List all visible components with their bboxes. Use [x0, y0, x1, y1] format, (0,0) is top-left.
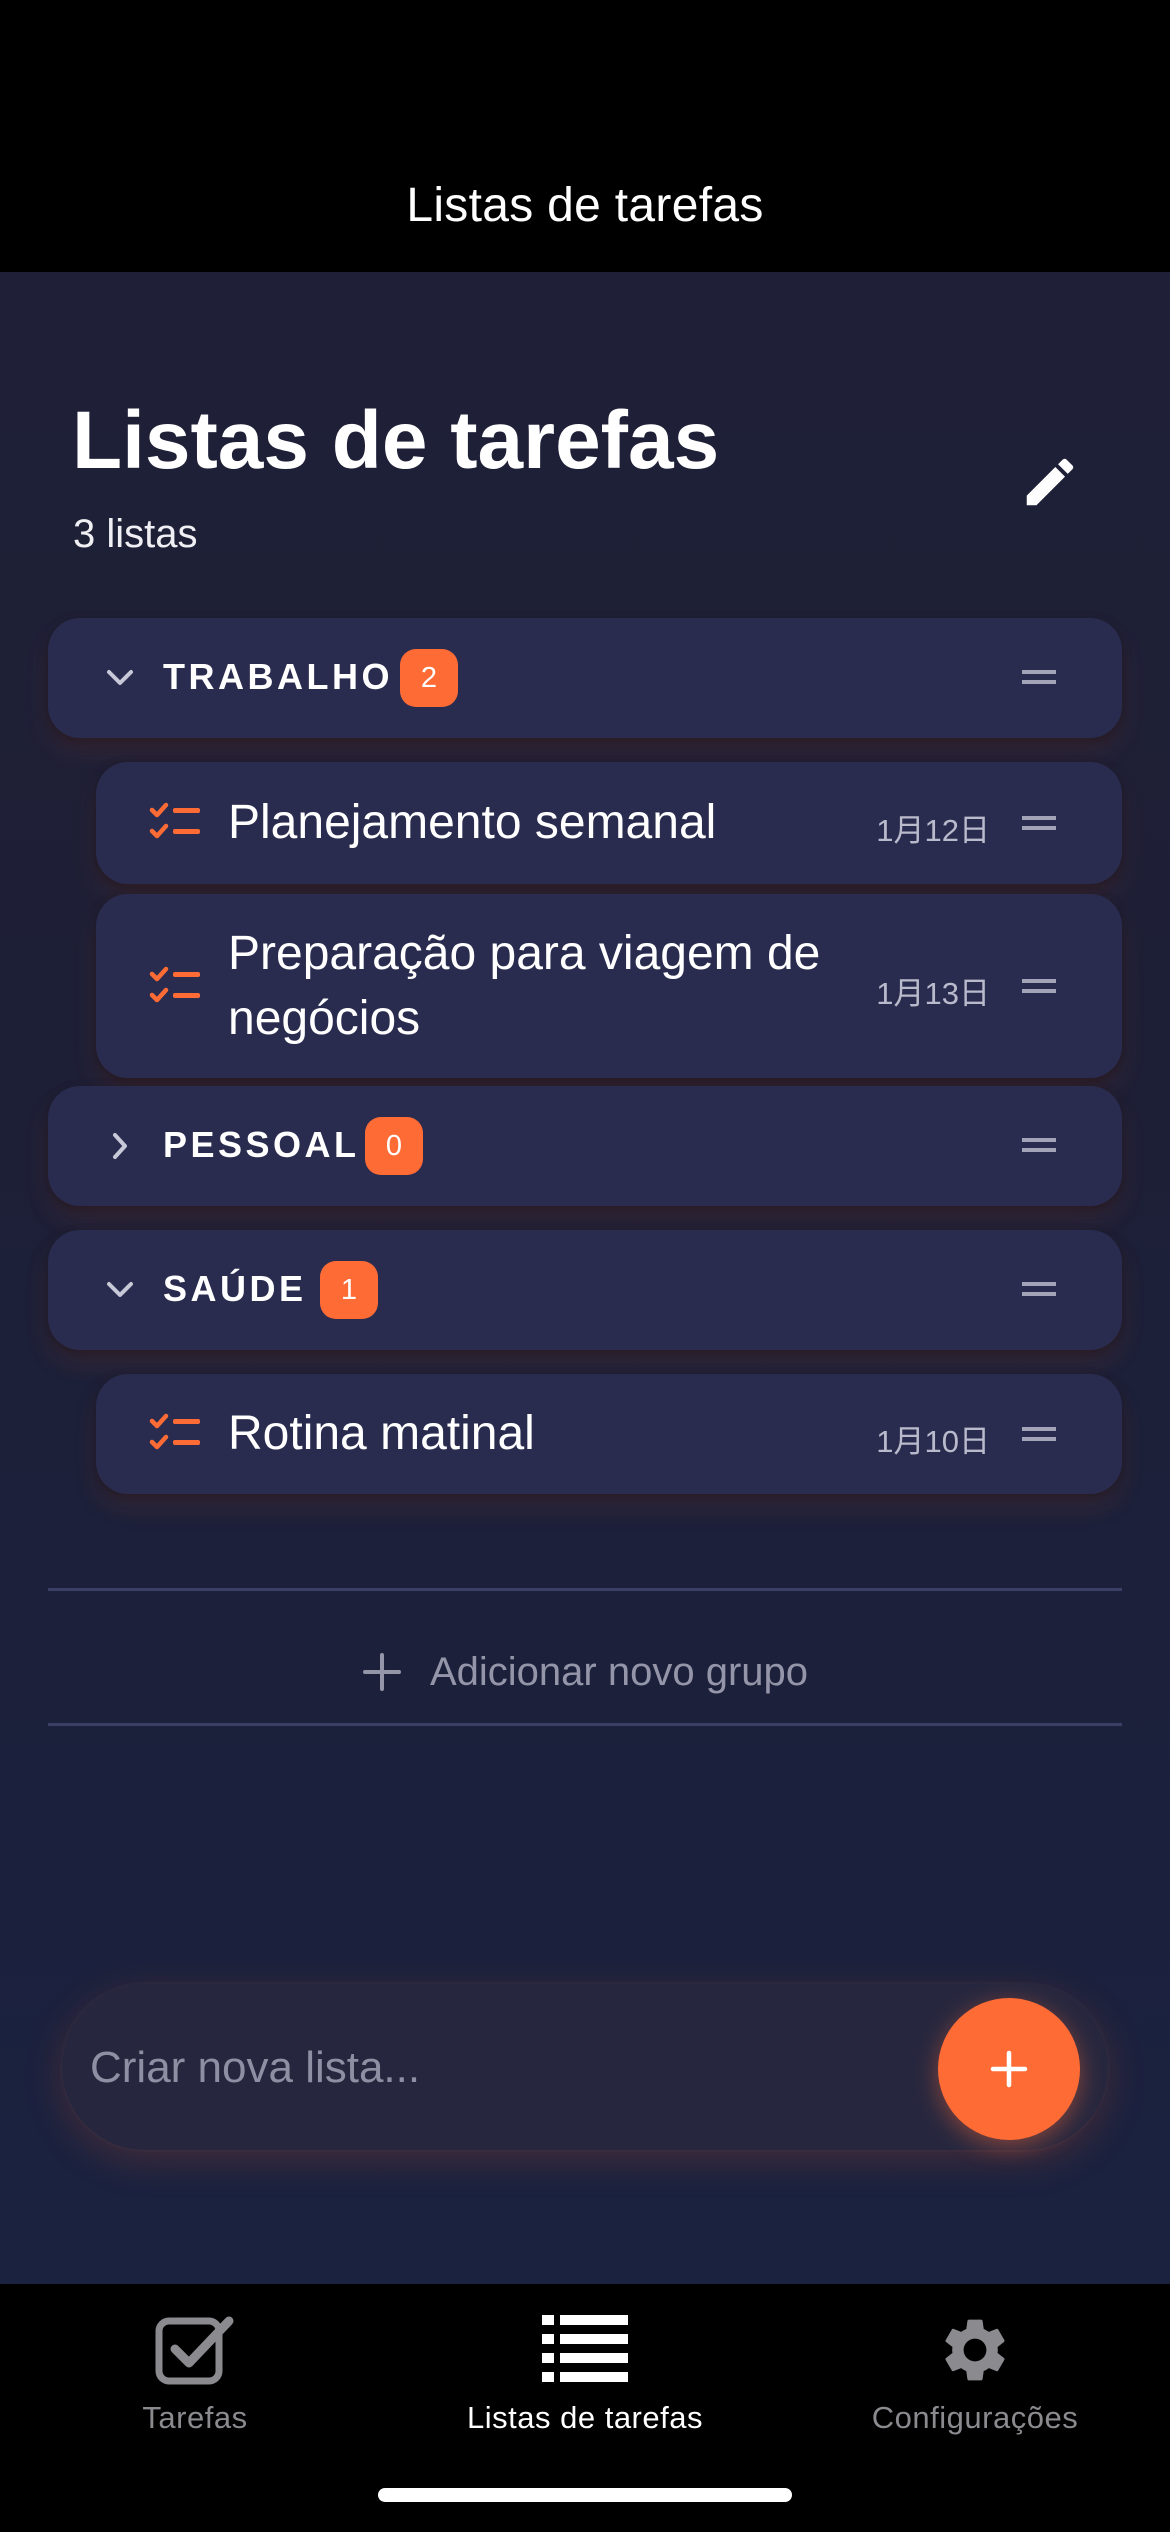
list-date: 1月10日 — [876, 1424, 990, 1459]
list-date: 1月12日 — [876, 813, 990, 848]
checkbox-icon — [155, 2316, 234, 2385]
group-count-badge: 2 — [400, 649, 458, 707]
main-content: Listas de tarefas 3 listas TRABALHO 2 Pl… — [0, 272, 1170, 2284]
list-item[interactable]: Rotina matinal 1月10日 — [96, 1374, 1122, 1494]
checklist-icon — [149, 1413, 200, 1450]
home-indicator — [378, 2488, 792, 2502]
list-name-line-1: Preparação para viagem de — [228, 927, 821, 980]
new-list-composer — [62, 1984, 1108, 2150]
tab-configuracoes[interactable]: Configurações — [780, 2304, 1170, 2444]
page-title: Listas de tarefas — [72, 395, 720, 486]
group-name: PESSOAL — [163, 1124, 360, 1165]
group-header-pessoal[interactable]: PESSOAL 0 — [48, 1086, 1122, 1206]
navigation-bar: Listas de tarefas — [0, 0, 1170, 272]
tab-label: Configurações — [871, 2400, 1079, 2435]
drag-handle-icon[interactable] — [1022, 816, 1056, 830]
group-header-saude[interactable]: SAÚDE 1 — [48, 1230, 1122, 1350]
plus-icon — [362, 1653, 401, 1691]
new-list-input[interactable] — [88, 2022, 892, 2114]
drag-handle-icon[interactable] — [1022, 979, 1056, 993]
tab-tarefas[interactable]: Tarefas — [0, 2304, 390, 2444]
chevron-down-icon[interactable] — [100, 1270, 140, 1310]
drag-handle-icon[interactable] — [1022, 1138, 1056, 1152]
add-list-button[interactable] — [938, 1998, 1080, 2140]
list-name: Planejamento semanal — [228, 796, 717, 849]
tab-label: Listas de tarefas — [467, 2400, 703, 2435]
gear-icon — [945, 2319, 1005, 2381]
edit-button[interactable] — [1010, 442, 1090, 522]
tab-label: Tarefas — [142, 2400, 248, 2435]
nav-title: Listas de tarefas — [406, 179, 764, 232]
group-name: SAÚDE — [163, 1268, 307, 1309]
drag-handle-icon[interactable] — [1022, 1427, 1056, 1441]
add-group-label: Adicionar novo grupo — [429, 1649, 809, 1694]
group-name: TRABALHO — [163, 656, 393, 697]
tab-listas-de-tarefas[interactable]: Listas de tarefas — [390, 2304, 780, 2444]
add-group-button[interactable]: Adicionar novo grupo — [0, 1632, 1170, 1712]
drag-handle-icon[interactable] — [1022, 1282, 1056, 1296]
divider — [48, 1588, 1122, 1591]
list-item[interactable]: Planejamento semanal 1月12日 — [96, 762, 1122, 884]
pencil-icon — [1026, 458, 1074, 506]
group-count-badge: 0 — [365, 1117, 423, 1175]
list-icon — [542, 2315, 628, 2382]
checklist-icon — [149, 966, 200, 1003]
group-count-badge: 1 — [320, 1261, 378, 1319]
plus-icon — [990, 2050, 1028, 2088]
list-name-line-2: negócios — [228, 992, 421, 1045]
list-date: 1月13日 — [876, 976, 990, 1011]
group-header-trabalho[interactable]: TRABALHO 2 — [48, 618, 1122, 738]
chevron-right-icon[interactable] — [100, 1126, 140, 1166]
checklist-icon — [149, 802, 200, 839]
divider — [48, 1723, 1122, 1726]
drag-handle-icon[interactable] — [1022, 670, 1056, 684]
list-name: Rotina matinal — [228, 1407, 535, 1460]
list-item[interactable]: Preparação para viagem de negócios 1月13日 — [96, 894, 1122, 1078]
chevron-down-icon[interactable] — [100, 658, 140, 698]
list-count: 3 listas — [73, 512, 198, 556]
